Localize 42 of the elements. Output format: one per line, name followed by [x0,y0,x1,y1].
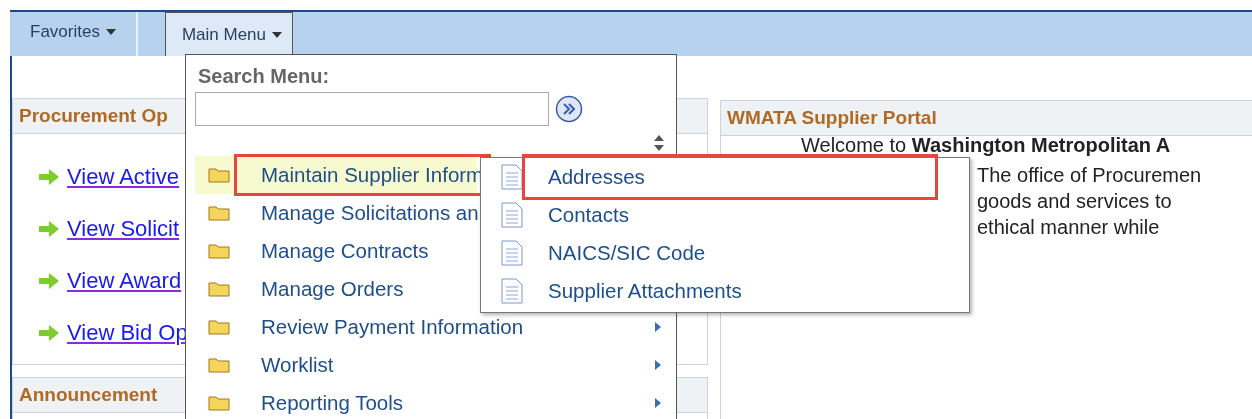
nav-menu-button[interactable]: Favorites [10,12,136,52]
arrow-icon [39,169,59,185]
link[interactable]: View Award [67,268,182,294]
nav-menu-button[interactable]: Main Menu [164,12,294,56]
folder-icon [208,357,230,373]
panel-title: Procurement Op [19,105,168,127]
menu-item[interactable]: Manage Orders [195,270,404,308]
menu-item[interactable]: Reporting Tools [195,384,665,419]
submenu-item[interactable]: Supplier Attachments [481,272,969,310]
folder-icon [208,167,230,183]
menu-item[interactable]: Worklist [195,346,665,384]
submenu-item[interactable]: Contacts [481,196,969,234]
menu-item[interactable]: Manage Contracts [195,232,429,270]
submenu-item[interactable]: NAICS/SIC Code [481,234,969,272]
caret-icon [272,31,283,38]
arrow-icon [39,325,59,341]
search-field[interactable] [195,92,549,126]
folder-icon [208,395,230,411]
welcome-text: goods and services to [976,189,1173,214]
arrow-icon [39,221,59,237]
document-icon [501,164,523,190]
document-icon [501,202,523,228]
caret-icon [105,29,116,35]
document-icon [501,278,523,304]
menu-item[interactable]: Manage Solicitations an [195,194,479,232]
panel-title: WMATA Supplier Portal [727,107,937,129]
welcome-text: Welcome to Washington Metropolitan A [800,136,1172,154]
folder-icon [208,243,230,259]
welcome-text: ethical manner while [976,215,1161,240]
link[interactable]: View Active [67,164,180,190]
panel-title: Announcement [19,384,158,406]
welcome-text: The office of Procuremen [976,163,1203,188]
folder-icon [208,281,230,297]
folder-icon [208,319,230,335]
sort-icon[interactable] [653,135,665,151]
document-icon [501,240,523,266]
arrow-icon [39,273,59,289]
menu-item[interactable]: Review Payment Information [195,308,665,346]
link[interactable]: View Solicit [67,216,180,242]
folder-icon [208,205,230,221]
go-button-icon[interactable] [555,95,583,123]
search-label: Search Menu: [197,64,331,88]
